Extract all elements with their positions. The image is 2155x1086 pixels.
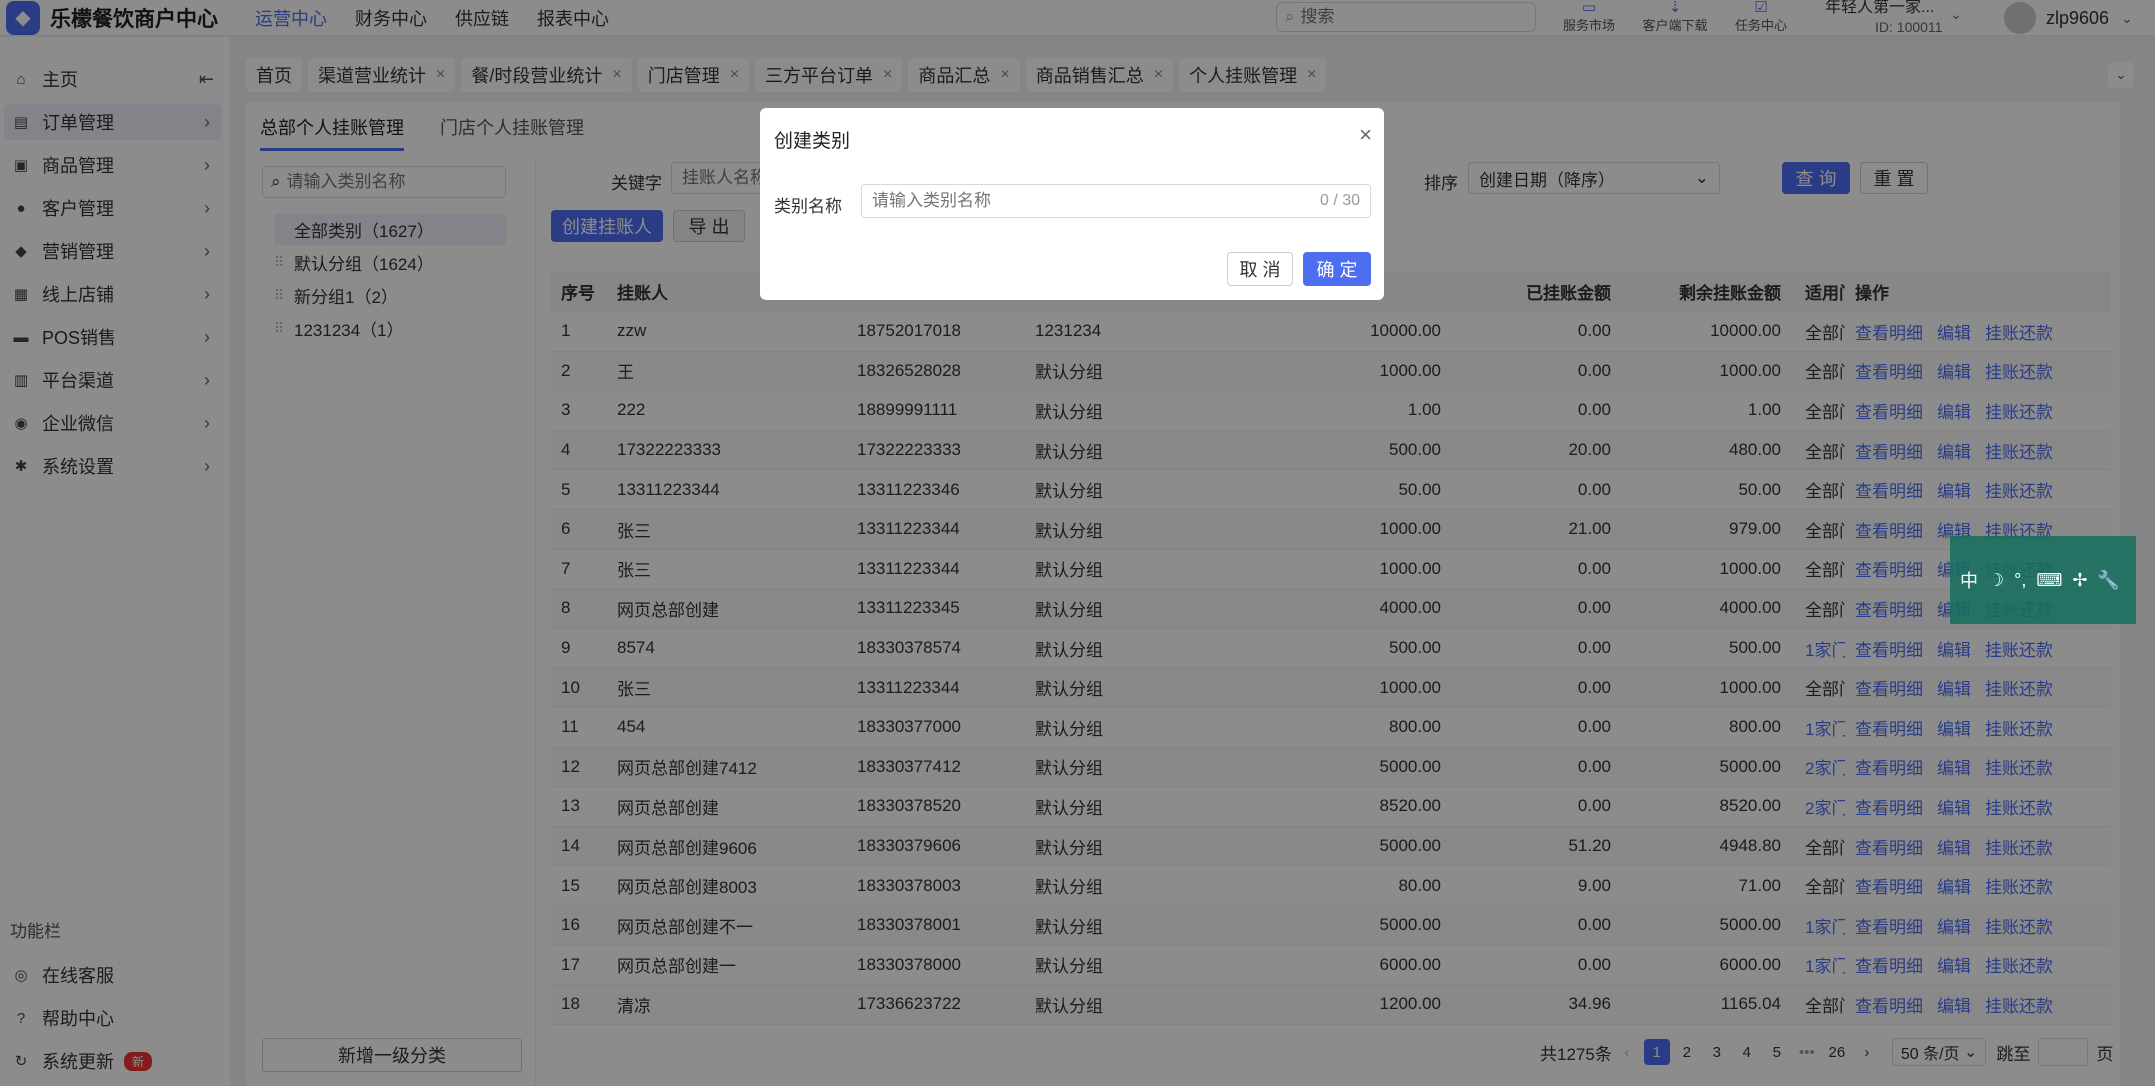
category-name-input[interactable] xyxy=(872,191,1272,211)
keyboard-icon[interactable]: ⌨ xyxy=(2036,570,2062,591)
close-icon[interactable]: × xyxy=(1359,122,1372,148)
category-name-label: 类别名称 xyxy=(774,197,842,216)
punctuation-icon[interactable]: °, xyxy=(2014,570,2026,591)
sparkle-icon[interactable]: ✢ xyxy=(2072,570,2087,591)
moon-icon[interactable]: ☽ xyxy=(1988,570,2004,591)
char-count: 0 / 30 xyxy=(1319,192,1360,209)
category-name-field[interactable]: 0 / 30 xyxy=(861,184,1371,218)
ime-toolbar[interactable]: 中 ☽ °, ⌨ ✢ 🔧 xyxy=(1950,536,2136,624)
ime-chinese-icon[interactable]: 中 xyxy=(1960,567,1978,593)
create-category-dialog: 创建类别 × 类别名称 0 / 30 取 消 确 定 xyxy=(760,108,1384,300)
confirm-button[interactable]: 确 定 xyxy=(1303,252,1371,286)
dialog-title: 创建类别 xyxy=(774,131,851,152)
wrench-icon[interactable]: 🔧 xyxy=(2097,570,2119,591)
cancel-button[interactable]: 取 消 xyxy=(1227,252,1293,286)
